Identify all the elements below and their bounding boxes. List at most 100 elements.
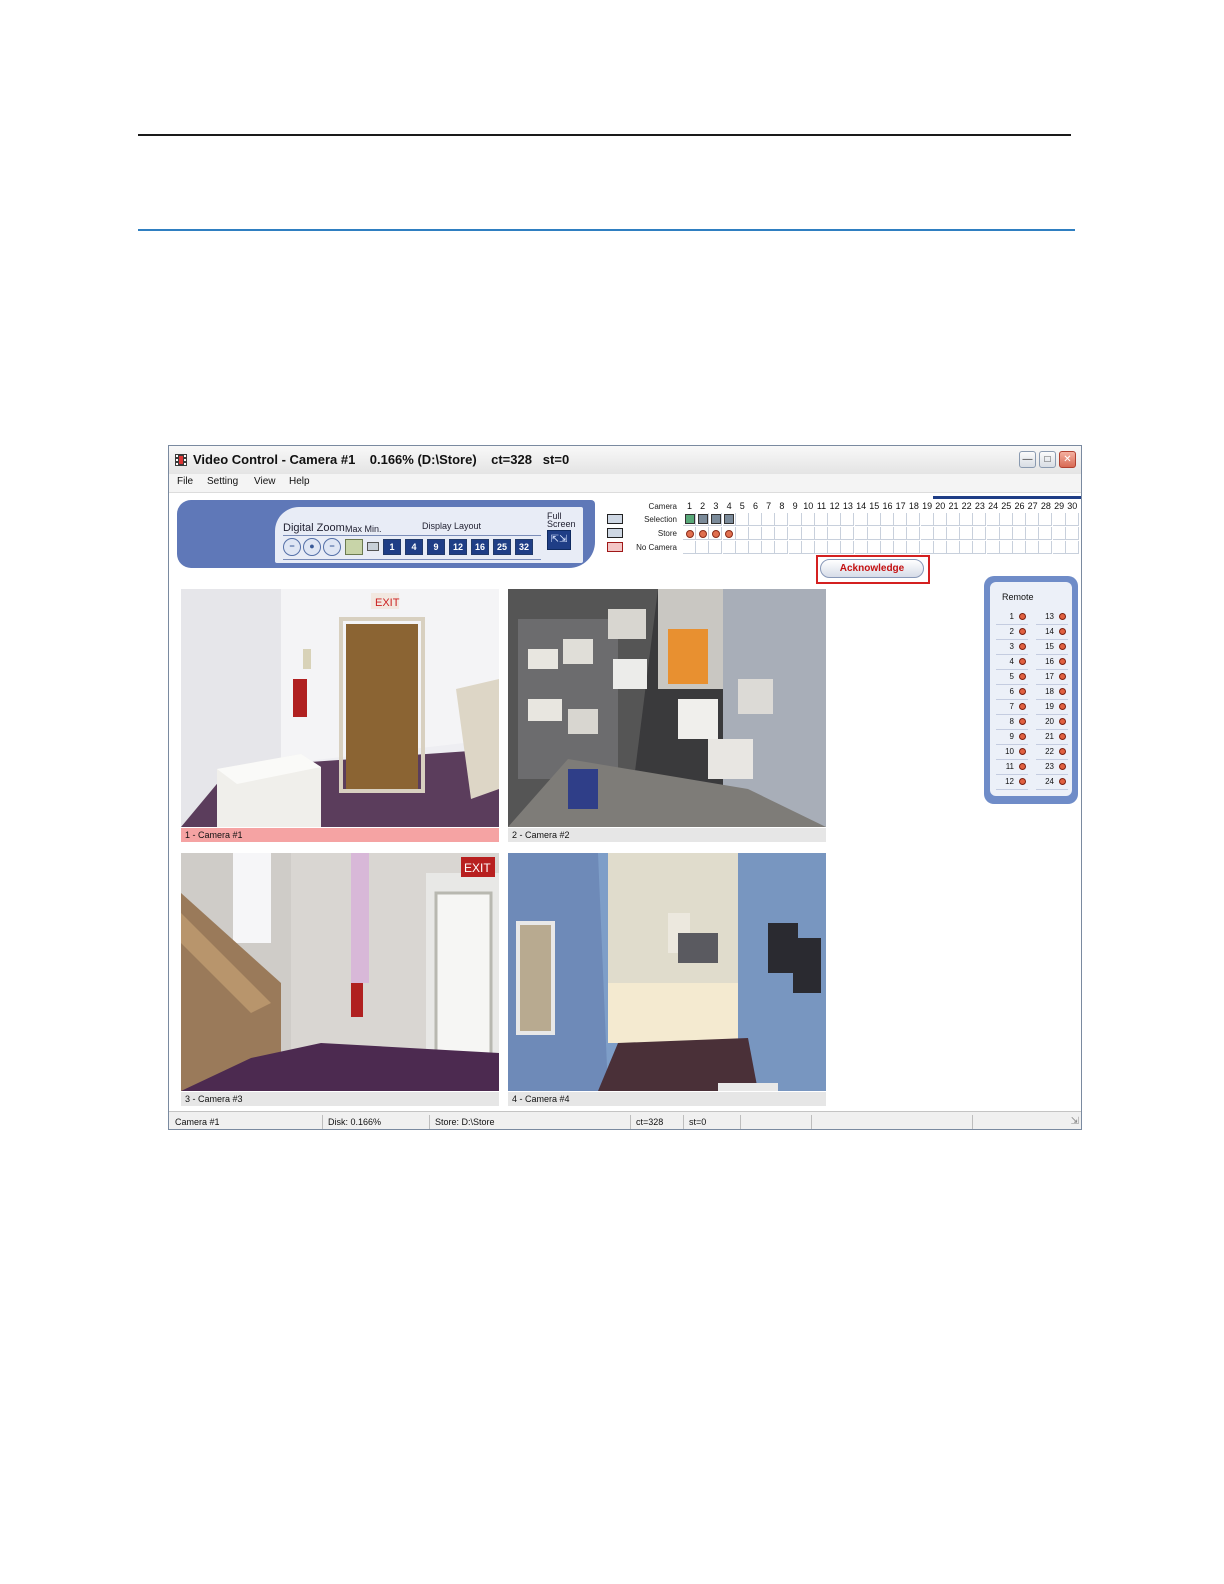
selection-cell[interactable] — [960, 513, 974, 526]
no-camera-cell[interactable] — [749, 541, 762, 554]
no-camera-cell[interactable] — [1013, 541, 1026, 554]
remote-camera-23[interactable]: 23 — [1036, 760, 1068, 775]
layout-16-button[interactable]: 16 — [471, 539, 489, 555]
no-camera-cell[interactable] — [947, 541, 960, 554]
remote-camera-20[interactable]: 20 — [1036, 715, 1068, 730]
remote-camera-4[interactable]: 4 — [996, 655, 1028, 670]
store-cell[interactable] — [762, 527, 776, 540]
store-cell[interactable] — [960, 527, 974, 540]
minimize-button[interactable]: — — [1019, 451, 1036, 468]
selection-cell[interactable] — [749, 513, 762, 526]
no-camera-cell[interactable] — [1052, 541, 1066, 554]
remote-camera-13[interactable]: 13 — [1036, 610, 1068, 625]
selection-cell[interactable] — [815, 513, 828, 526]
selection-cell[interactable] — [775, 513, 789, 526]
no-camera-cell[interactable] — [841, 541, 855, 554]
selection-cell[interactable] — [867, 513, 881, 526]
no-camera-cell[interactable] — [735, 541, 749, 554]
store-cell[interactable] — [788, 527, 802, 540]
no-camera-cell[interactable] — [709, 541, 723, 554]
selection-cell[interactable] — [841, 513, 855, 526]
remote-camera-5[interactable]: 5 — [996, 670, 1028, 685]
remote-camera-24[interactable]: 24 — [1036, 775, 1068, 790]
selection-cell[interactable] — [881, 513, 894, 526]
remote-camera-6[interactable]: 6 — [996, 685, 1028, 700]
remote-camera-14[interactable]: 14 — [1036, 625, 1068, 640]
no-camera-cell[interactable] — [920, 541, 934, 554]
camera-1-view[interactable]: EXIT — [181, 589, 499, 827]
selection-cell[interactable] — [788, 513, 802, 526]
store-cell[interactable] — [986, 527, 1000, 540]
zoom-out-button[interactable]: − — [283, 538, 301, 556]
no-camera-cell[interactable] — [788, 541, 802, 554]
no-camera-cell[interactable] — [815, 541, 828, 554]
selection-cell[interactable] — [947, 513, 960, 526]
selection-cell[interactable] — [973, 513, 987, 526]
no-camera-cell[interactable] — [973, 541, 987, 554]
layout-32-button[interactable]: 32 — [515, 539, 533, 555]
store-cell[interactable] — [1052, 527, 1066, 540]
store-cell[interactable] — [894, 527, 908, 540]
store-cell[interactable] — [999, 527, 1013, 540]
store-cell[interactable] — [973, 527, 987, 540]
menu-help[interactable]: Help — [289, 476, 310, 487]
min-button[interactable] — [367, 542, 379, 551]
no-camera-cell[interactable] — [683, 541, 696, 554]
selection-cell[interactable] — [1065, 513, 1079, 526]
remote-camera-10[interactable]: 10 — [996, 745, 1028, 760]
no-camera-cell[interactable] — [762, 541, 776, 554]
store-cell[interactable] — [828, 527, 842, 540]
maximize-button[interactable]: □ — [1039, 451, 1056, 468]
no-camera-cell[interactable] — [1065, 541, 1079, 554]
selection-cell[interactable] — [907, 513, 921, 526]
remote-camera-3[interactable]: 3 — [996, 640, 1028, 655]
store-cell[interactable] — [1039, 527, 1053, 540]
remote-camera-17[interactable]: 17 — [1036, 670, 1068, 685]
no-camera-cell[interactable] — [999, 541, 1013, 554]
remote-camera-1[interactable]: 1 — [996, 610, 1028, 625]
store-cell[interactable] — [933, 527, 947, 540]
remote-camera-8[interactable]: 8 — [996, 715, 1028, 730]
no-camera-cell[interactable] — [775, 541, 789, 554]
selection-cell[interactable] — [1026, 513, 1040, 526]
camera-selection-box[interactable] — [697, 514, 708, 524]
menu-setting[interactable]: Setting — [207, 476, 238, 487]
selection-cell[interactable] — [894, 513, 908, 526]
layout-4-button[interactable]: 4 — [405, 539, 423, 555]
selection-cell[interactable] — [735, 513, 749, 526]
zoom-button[interactable]: ● — [303, 538, 321, 556]
selection-cell[interactable] — [999, 513, 1013, 526]
store-cell[interactable] — [735, 527, 749, 540]
no-camera-cell[interactable] — [1039, 541, 1053, 554]
store-cell[interactable] — [854, 527, 868, 540]
layout-1-button[interactable]: 1 — [383, 539, 401, 555]
selection-cell[interactable] — [1052, 513, 1066, 526]
remote-camera-18[interactable]: 18 — [1036, 685, 1068, 700]
no-camera-cell[interactable] — [881, 541, 894, 554]
no-camera-cell[interactable] — [960, 541, 974, 554]
no-camera-cell[interactable] — [828, 541, 842, 554]
remote-camera-7[interactable]: 7 — [996, 700, 1028, 715]
menu-file[interactable]: File — [177, 476, 193, 487]
store-cell[interactable] — [749, 527, 762, 540]
remote-camera-16[interactable]: 16 — [1036, 655, 1068, 670]
no-camera-cell[interactable] — [867, 541, 881, 554]
store-cell[interactable] — [947, 527, 960, 540]
title-bar[interactable]: Video Control - Camera #1 0.166% (D:\Sto… — [169, 446, 1081, 475]
no-camera-cell[interactable] — [933, 541, 947, 554]
resize-grip-icon[interactable]: ⇲ — [1071, 1116, 1079, 1127]
menu-view[interactable]: View — [254, 476, 276, 487]
selection-cell[interactable] — [801, 513, 815, 526]
remote-camera-2[interactable]: 2 — [996, 625, 1028, 640]
camera-3-view[interactable]: EXIT — [181, 853, 499, 1091]
no-camera-cell[interactable] — [854, 541, 868, 554]
camera-selection-box[interactable] — [710, 514, 721, 524]
no-camera-cell[interactable] — [722, 541, 736, 554]
no-camera-cell[interactable] — [986, 541, 1000, 554]
close-button[interactable]: ✕ — [1059, 451, 1076, 468]
remote-camera-15[interactable]: 15 — [1036, 640, 1068, 655]
store-cell[interactable] — [841, 527, 855, 540]
no-camera-cell[interactable] — [696, 541, 710, 554]
remote-camera-19[interactable]: 19 — [1036, 700, 1068, 715]
camera-selection-box[interactable] — [684, 514, 695, 524]
